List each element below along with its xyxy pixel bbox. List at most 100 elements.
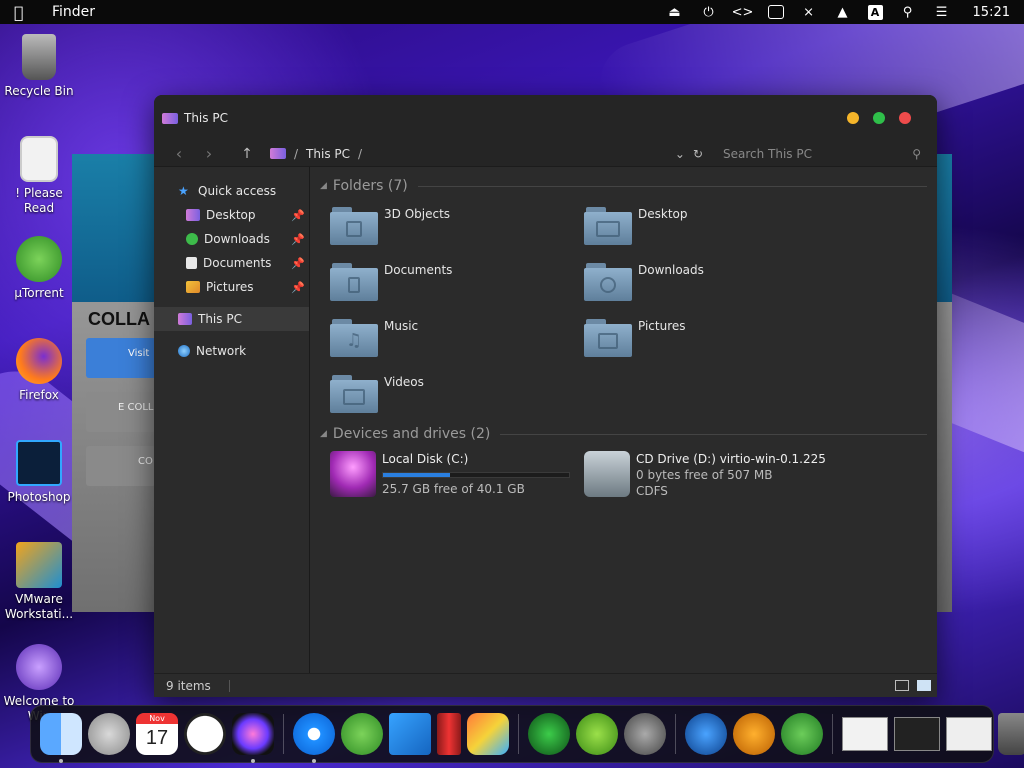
details-view-icon[interactable] [895,680,909,691]
menu-bar:  Finder ⏏ ⏻ <> ⨯ ▲ A ⚲ ☰ 15:21 [0,0,1024,24]
breadcrumb[interactable]: / This PC / [270,147,362,161]
display-icon[interactable] [767,5,784,19]
sidebar-item-downloads[interactable]: Downloads 📌 [154,227,309,251]
collapse-triangle-icon[interactable]: ◢ [320,181,327,191]
clock[interactable]: 15:21 [973,5,1010,20]
sidebar-item-network[interactable]: Network [154,339,309,363]
desktop-icon [186,209,200,221]
input-source-icon[interactable]: A [867,4,883,20]
pin-icon[interactable]: 📌 [291,257,305,270]
drive-cd-d[interactable]: CD Drive (D:) virtio-win-0.1.225 0 bytes… [584,451,838,503]
sidebar-item-label: Quick access [198,184,277,198]
preview-icon[interactable] [467,713,509,755]
minimize-button[interactable] [847,112,859,124]
window-thumbnail[interactable] [946,717,992,751]
wifi-off-icon[interactable]: ⨯ [800,4,818,20]
apple-menu-icon[interactable]:  [14,3,34,22]
folder-documents[interactable]: Documents [330,259,584,307]
maximize-button[interactable] [873,112,885,124]
sidebar-item-documents[interactable]: Documents 📌 [154,251,309,275]
drive-name: CD Drive (D:) virtio-win-0.1.225 [636,452,826,466]
visit-button[interactable]: Visit [86,338,156,378]
sidebar-item-desktop[interactable]: Desktop 📌 [154,203,309,227]
title-bar[interactable]: This PC [154,95,937,141]
large-icons-view-icon[interactable] [917,680,931,691]
collabsysos-icon[interactable] [528,713,570,755]
folder-downloads[interactable]: Downloads [584,259,838,307]
download-button[interactable]: E COLL [86,392,156,432]
folder-videos[interactable]: Videos [330,371,584,419]
back-icon[interactable]: ‹ [164,144,194,163]
pin-icon[interactable]: 📌 [291,281,305,294]
download-arrow-icon[interactable] [733,713,775,755]
launchpad-icon[interactable] [88,713,130,755]
tools-icon[interactable] [624,713,666,755]
safari-icon[interactable] [293,713,335,763]
code-icon[interactable]: <> [732,4,754,20]
dock-separator [518,714,519,754]
desktop-icon-utorrent[interactable]: µTorrent [0,236,78,301]
drives-section-header[interactable]: ◢ Devices and drives (2) [320,423,927,445]
desktop-icon-vmware[interactable]: VMware Workstati... [0,542,78,622]
refresh-icon[interactable]: ↻ [693,147,703,161]
folder-3d-objects[interactable]: 3D Objects [330,203,584,251]
desktop-icon-recycle-bin[interactable]: Recycle Bin [0,34,78,99]
drive-usage-fill [383,473,450,477]
app-name-menu[interactable]: Finder [52,4,95,20]
computer-icon [178,313,192,325]
network-users-icon[interactable] [781,713,823,755]
hard-drive-icon [330,451,376,497]
mail-button[interactable]: CO [86,446,156,486]
utorrent-icon[interactable] [341,713,383,755]
window-thumbnail[interactable] [842,717,888,751]
folder-documents-icon [330,263,378,301]
folder-pictures[interactable]: Pictures [584,315,838,363]
calendar-icon[interactable]: Nov 17 [136,713,178,755]
eject-icon[interactable]: ⏏ [666,4,684,20]
breadcrumb-item[interactable]: This PC [306,147,350,161]
folder-name: Pictures [638,319,686,333]
download-icon [186,233,198,245]
desktop-icon-firefox[interactable]: Firefox [0,338,78,403]
window-thumbnail[interactable] [894,717,940,751]
search-icon[interactable]: ⚲ [899,4,917,20]
power-icon[interactable]: ⏻ [700,4,718,20]
desktop-icon-label: µTorrent [14,286,64,300]
pin-icon[interactable]: 📌 [291,209,305,222]
chevron-down-icon[interactable]: ⌄ [675,147,685,161]
forward-icon[interactable]: › [194,144,224,163]
drive-local-disk-c[interactable]: Local Disk (C:) 25.7 GB free of 40.1 GB [330,451,584,503]
drive-free-space: 25.7 GB free of 40.1 GB [382,482,525,496]
upload-icon[interactable]: ▲ [834,4,852,20]
breadcrumb-separator: / [294,146,299,161]
folder-name: Videos [384,375,424,389]
www-globe-icon[interactable] [685,713,727,755]
collapse-triangle-icon[interactable]: ◢ [320,429,327,439]
sidebar-item-pictures[interactable]: Pictures 📌 [154,275,309,299]
trash-icon[interactable] [998,713,1024,755]
desktop-icon-label: Recycle Bin [4,84,74,98]
windows-app-icon[interactable] [389,713,431,755]
sidebar-item-this-pc[interactable]: This PC [154,307,309,331]
up-arrow-icon[interactable]: ↑ [232,146,262,162]
siri-icon[interactable] [232,713,274,763]
desktop-icon-photoshop[interactable]: Photoshop [0,440,78,505]
drive-free-space: 0 bytes free of 507 MB [636,468,773,482]
clock-icon[interactable] [184,713,226,755]
desktop-icon-please-read[interactable]: ! Please Read [0,136,78,216]
sidebar-item-quick-access[interactable]: ★ Quick access [154,179,309,203]
folder-desktop[interactable]: Desktop [584,203,838,251]
control-center-icon[interactable]: ☰ [933,4,951,20]
close-button[interactable] [899,112,911,124]
folder-name: Music [384,319,419,333]
finder-icon[interactable] [40,713,82,763]
sidebar-item-label: Pictures [206,280,254,294]
winrar-icon[interactable] [437,713,461,755]
search-input[interactable]: Search This PC ⚲ [717,143,927,165]
link-icon[interactable] [576,713,618,755]
dock-separator [675,714,676,754]
folder-music[interactable]: ♫ Music [330,315,584,363]
pin-icon[interactable]: 📌 [291,233,305,246]
sidebar-item-label: This PC [198,312,242,326]
folders-section-header[interactable]: ◢ Folders (7) [320,175,927,197]
